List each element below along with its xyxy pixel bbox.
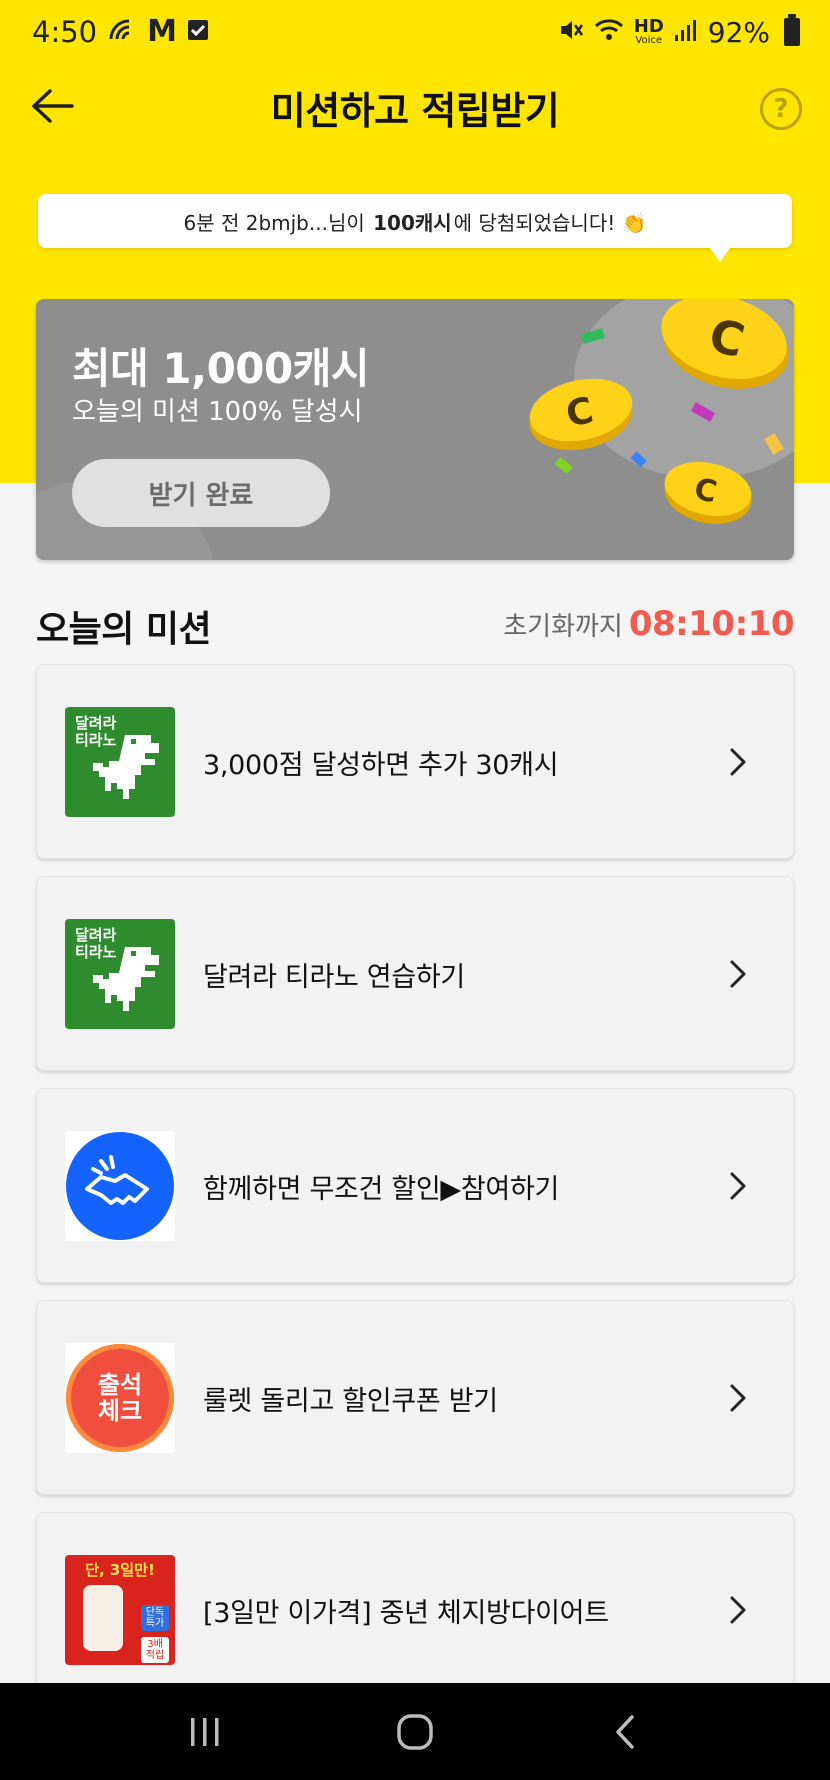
status-bar: 4:50 M HD Voice 92%	[0, 0, 830, 64]
dinosaur-icon	[93, 947, 159, 1011]
mission-item[interactable]: 단, 3일만! 단독 특가 3배 적립 [3일만 이가격] 중년 체지방다이어트	[36, 1512, 794, 1707]
thumb-text-line: 출석	[97, 1370, 143, 1399]
badge-text: 적립	[145, 1650, 165, 1661]
mute-icon	[558, 17, 584, 48]
attendance-badge: 출석 체크	[66, 1344, 174, 1452]
reset-time: 08:10:10	[628, 604, 795, 644]
product-bottle	[83, 1585, 123, 1651]
mission-label: 함께하면 무조건 할인▶참여하기	[203, 1174, 560, 1205]
mission-label: 룰렛 돌리고 할인쿠폰 받기	[203, 1386, 498, 1417]
home-icon	[397, 1713, 433, 1750]
winner-ticker: 6분 전 2bmjb...님이 100캐시 에 당첨되었습니다! 👏	[38, 194, 792, 262]
attendance-check-thumbnail: 출석 체크	[65, 1343, 175, 1453]
wifi-icon	[594, 18, 624, 47]
chevron-right-icon	[723, 1171, 753, 1201]
reset-countdown: 초기화까지 08:10:10	[503, 604, 794, 644]
signal-icon	[674, 18, 698, 47]
chevron-right-icon	[723, 1595, 753, 1625]
ticker-amount: 100캐시	[373, 210, 452, 235]
badge-text: 특가	[145, 1618, 165, 1629]
badge-text: 단독	[145, 1607, 165, 1618]
mission-item[interactable]: 함께하면 무조건 할인▶참여하기	[36, 1088, 794, 1283]
battery-percent: 92%	[707, 15, 770, 49]
mission-label: 달려라 티라노 연습하기	[203, 962, 465, 993]
recent-apps-icon	[191, 1717, 219, 1746]
product-thumbnail: 단, 3일만! 단독 특가 3배 적립	[65, 1555, 175, 1665]
coins-illustration: C C C	[529, 299, 789, 524]
check-square-icon	[187, 19, 209, 46]
reward-subtitle: 오늘의 미션 100% 달성시	[72, 397, 363, 427]
page-title: 미션하고 적립받기	[270, 89, 560, 133]
mission-label: 3,000점 달성하면 추가 30캐시	[203, 750, 559, 781]
dino-game-thumbnail: 달려라 티라노	[65, 707, 175, 817]
ticker-suffix: 에 당첨되었습니다! 👏	[453, 210, 647, 235]
badge-text: 3배	[147, 1639, 163, 1650]
ticker-prefix: 6분 전 2bmjb...님이	[183, 210, 372, 235]
home-button[interactable]	[375, 1702, 455, 1762]
hd-voice-icon: HD Voice	[634, 18, 664, 46]
hd-label: HD	[633, 16, 664, 37]
section-title: 오늘의 미션	[36, 609, 212, 650]
product-promo-banner: 단, 3일만!	[85, 1561, 155, 1579]
exclusive-badge: 단독 특가	[141, 1605, 169, 1631]
reward-title: 최대 1,000캐시	[72, 344, 370, 393]
dino-game-thumbnail: 달려라 티라노	[65, 919, 175, 1029]
dinosaur-icon	[93, 735, 159, 799]
reward-card: 최대 1,000캐시 오늘의 미션 100% 달성시 받기 완료 C C C	[36, 299, 794, 560]
status-right: HD Voice 92%	[558, 14, 800, 49]
mission-item[interactable]: 달려라 티라노 달려라 티라노 연습하기	[36, 876, 794, 1071]
mission-item[interactable]: 달려라 티라노 3,000점 달성하면 추가 30캐시	[36, 664, 794, 859]
claim-complete-button[interactable]: 받기 완료	[72, 459, 330, 527]
handshake-thumbnail	[65, 1131, 175, 1241]
gmail-icon: M	[147, 14, 177, 49]
points-badge: 3배 적립	[141, 1637, 169, 1663]
handshake-icon	[66, 1132, 174, 1240]
reset-label: 초기화까지	[503, 612, 623, 642]
status-left: 4:50 M	[32, 15, 209, 49]
thumb-text-line: 체크	[97, 1397, 143, 1425]
help-button[interactable]: ?	[760, 88, 802, 130]
chevron-right-icon	[723, 959, 753, 989]
voice-label: Voice	[635, 35, 663, 46]
battery-icon	[784, 14, 800, 46]
chevron-right-icon	[723, 747, 753, 777]
recent-apps-button[interactable]	[165, 1702, 245, 1762]
status-time: 4:50	[32, 15, 98, 49]
system-nav-bar	[0, 1683, 830, 1780]
app-bar: 미션하고 적립받기 ?	[0, 70, 830, 146]
chevron-left-icon	[616, 1714, 634, 1749]
mission-label: [3일만 이가격] 중년 체지방다이어트	[203, 1598, 609, 1629]
wifi-call-icon	[107, 17, 137, 48]
chevron-right-icon	[723, 1383, 753, 1413]
system-back-button[interactable]	[585, 1702, 665, 1762]
mission-item[interactable]: 출석 체크 룰렛 돌리고 할인쿠폰 받기	[36, 1300, 794, 1495]
